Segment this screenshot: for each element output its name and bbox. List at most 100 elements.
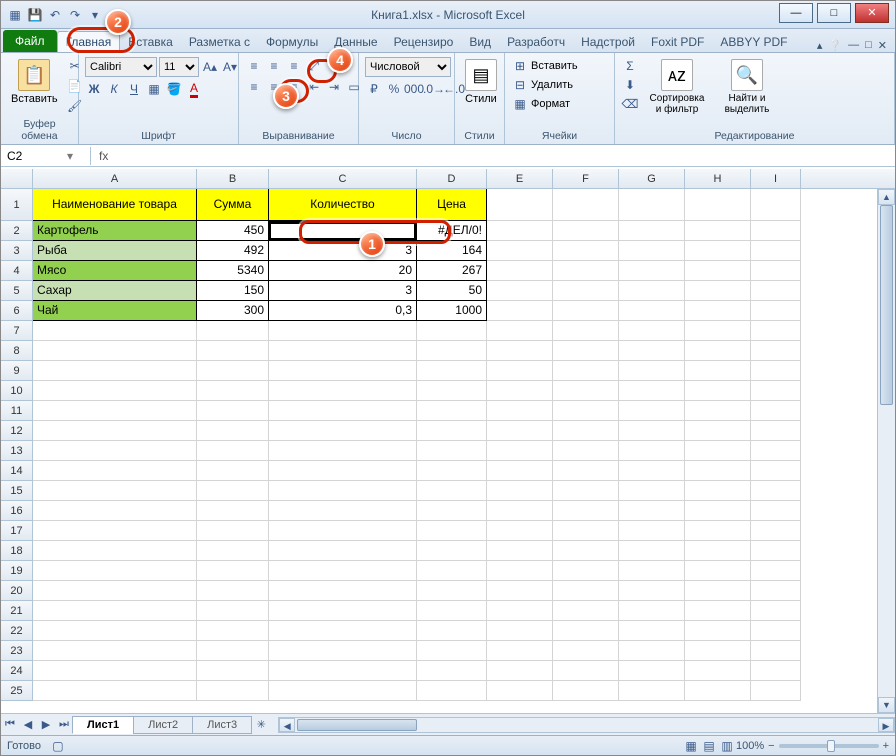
- align-bottom-icon[interactable]: ≡: [285, 57, 303, 75]
- cell[interactable]: [269, 601, 417, 621]
- cell[interactable]: [751, 381, 801, 401]
- cell[interactable]: [553, 301, 619, 321]
- delete-cells-icon[interactable]: ⊟: [511, 76, 529, 94]
- cell[interactable]: [269, 501, 417, 521]
- row-header[interactable]: 17: [1, 521, 33, 541]
- orientation-icon[interactable]: ⤢: [305, 57, 323, 75]
- cell[interactable]: [269, 621, 417, 641]
- align-middle-icon[interactable]: ≡: [265, 57, 283, 75]
- cell[interactable]: [751, 601, 801, 621]
- cell[interactable]: [269, 401, 417, 421]
- zoom-control[interactable]: 100% − +: [736, 740, 889, 752]
- cell[interactable]: [553, 541, 619, 561]
- cell[interactable]: [685, 261, 751, 281]
- cell[interactable]: [33, 641, 197, 661]
- cell[interactable]: [619, 241, 685, 261]
- cell[interactable]: [269, 541, 417, 561]
- tab-developer[interactable]: Разработч: [499, 32, 573, 52]
- tab-file[interactable]: Файл: [3, 30, 57, 52]
- cell[interactable]: [751, 501, 801, 521]
- cell[interactable]: [553, 421, 619, 441]
- cell[interactable]: [751, 321, 801, 341]
- cell[interactable]: [685, 441, 751, 461]
- cell[interactable]: [269, 381, 417, 401]
- cell[interactable]: [417, 661, 487, 681]
- cell[interactable]: [553, 341, 619, 361]
- number-format-select[interactable]: Числовой: [365, 57, 451, 77]
- row-header[interactable]: 15: [1, 481, 33, 501]
- cell[interactable]: [197, 621, 269, 641]
- fill-color-icon[interactable]: 🪣: [165, 80, 183, 98]
- cell[interactable]: [33, 341, 197, 361]
- cell[interactable]: [417, 541, 487, 561]
- cell[interactable]: #ДЕЛ/0!: [417, 221, 487, 241]
- sort-filter-button[interactable]: ᴀᴢ Сортировка и фильтр: [643, 57, 711, 117]
- col-header[interactable]: E: [487, 169, 553, 188]
- cell[interactable]: [751, 481, 801, 501]
- cell[interactable]: [553, 281, 619, 301]
- cell[interactable]: [553, 461, 619, 481]
- row-header[interactable]: 24: [1, 661, 33, 681]
- cell[interactable]: [269, 581, 417, 601]
- cell[interactable]: [751, 341, 801, 361]
- sheet-tab[interactable]: Лист1: [72, 716, 134, 734]
- clear-icon[interactable]: ⌫: [621, 95, 639, 113]
- column-headers[interactable]: A B C D E F G H I: [1, 169, 895, 189]
- cell[interactable]: [487, 461, 553, 481]
- doc-close-icon[interactable]: ✕: [878, 39, 887, 52]
- sheet-tab[interactable]: Лист2: [133, 716, 193, 734]
- cell[interactable]: 150: [197, 281, 269, 301]
- cell[interactable]: [197, 661, 269, 681]
- cell[interactable]: [619, 621, 685, 641]
- cell[interactable]: [269, 481, 417, 501]
- comma-icon[interactable]: 000: [405, 80, 423, 98]
- cell[interactable]: [487, 301, 553, 321]
- cell[interactable]: [751, 461, 801, 481]
- view-normal-icon[interactable]: ▦: [682, 737, 700, 755]
- decrease-indent-icon[interactable]: ⇤: [305, 78, 323, 96]
- cell[interactable]: [487, 441, 553, 461]
- cell[interactable]: [619, 401, 685, 421]
- cell[interactable]: 492: [197, 241, 269, 261]
- col-header[interactable]: I: [751, 169, 801, 188]
- scroll-right-icon[interactable]: ▶: [878, 718, 894, 732]
- cell[interactable]: [417, 341, 487, 361]
- font-name-select[interactable]: Calibri: [85, 57, 157, 77]
- cell[interactable]: [197, 581, 269, 601]
- cell[interactable]: [685, 461, 751, 481]
- cell[interactable]: [33, 661, 197, 681]
- cell[interactable]: [685, 681, 751, 701]
- cell[interactable]: [487, 189, 553, 221]
- formula-input[interactable]: [116, 147, 895, 165]
- insert-cells-icon[interactable]: ⊞: [511, 57, 529, 75]
- paste-button[interactable]: 📋 Вставить: [7, 57, 62, 107]
- font-size-select[interactable]: 11: [159, 57, 199, 77]
- row-header[interactable]: 11: [1, 401, 33, 421]
- increase-indent-icon[interactable]: ⇥: [325, 78, 343, 96]
- cell[interactable]: [553, 361, 619, 381]
- cell[interactable]: [417, 561, 487, 581]
- ribbon-minimize-icon[interactable]: ▴: [817, 39, 823, 52]
- format-cells-icon[interactable]: ▦: [511, 95, 529, 113]
- cell[interactable]: Картофель: [33, 221, 197, 241]
- sheet-nav-first-icon[interactable]: ⏮: [1, 718, 19, 731]
- scroll-left-icon[interactable]: ◀: [279, 718, 295, 732]
- cell[interactable]: [751, 221, 801, 241]
- cell[interactable]: [197, 521, 269, 541]
- cell[interactable]: 300: [197, 301, 269, 321]
- sheet-nav-prev-icon[interactable]: ◀: [19, 718, 37, 731]
- cell[interactable]: [417, 601, 487, 621]
- cell[interactable]: [619, 481, 685, 501]
- cell[interactable]: [487, 221, 553, 241]
- cell[interactable]: [33, 401, 197, 421]
- cell[interactable]: [751, 661, 801, 681]
- cell[interactable]: Количество: [269, 189, 417, 221]
- cell[interactable]: [487, 661, 553, 681]
- cell[interactable]: [197, 361, 269, 381]
- cell[interactable]: [417, 461, 487, 481]
- cell[interactable]: [553, 441, 619, 461]
- cell[interactable]: [417, 401, 487, 421]
- col-header[interactable]: H: [685, 169, 751, 188]
- row-header[interactable]: 16: [1, 501, 33, 521]
- cell[interactable]: Сахар: [33, 281, 197, 301]
